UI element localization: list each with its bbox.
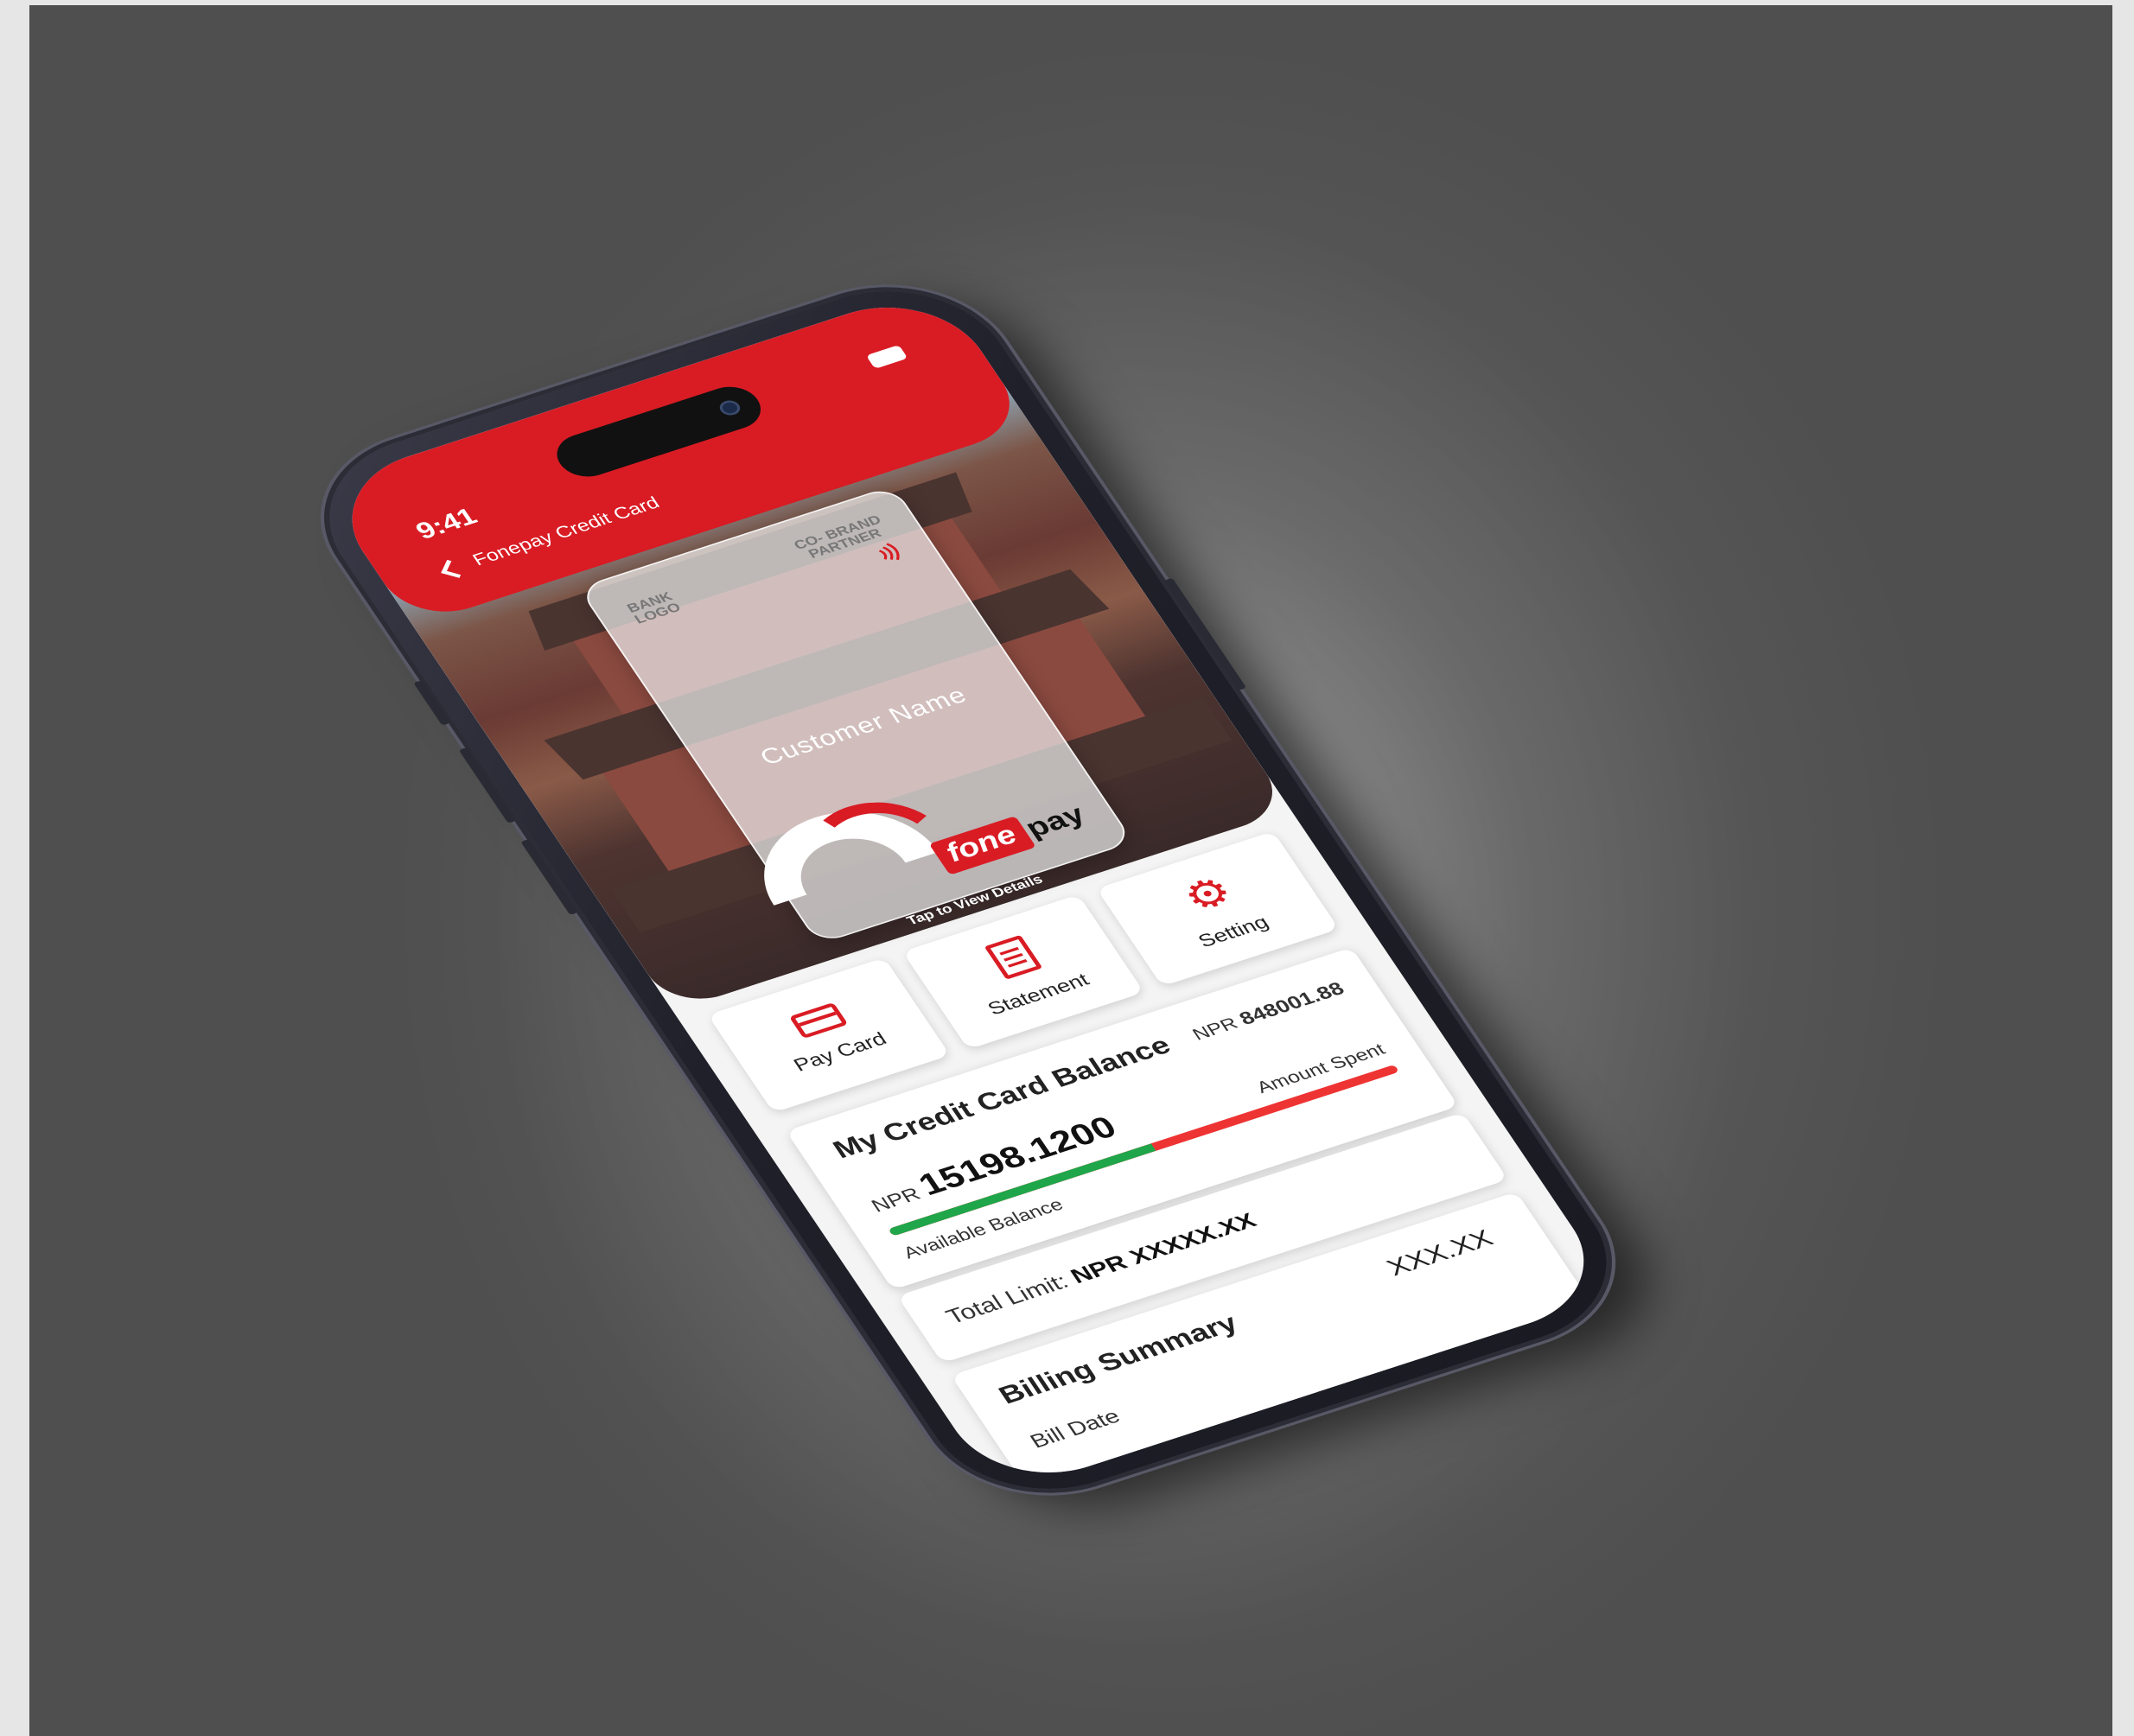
bill-date-label: Bill Date	[1025, 1405, 1124, 1453]
customer-name: Customer Name	[755, 682, 972, 770]
gears-icon: ⚙	[1174, 867, 1241, 919]
contactless-icon	[878, 543, 900, 561]
camera-icon	[716, 397, 744, 418]
bank-logo: BANK LOGO	[624, 588, 684, 626]
battery-icon	[865, 345, 908, 369]
document-icon	[984, 934, 1043, 980]
total-amount: NPR 848001.88	[1188, 977, 1348, 1045]
credit-card-icon	[788, 1002, 849, 1039]
chevron-left-icon	[441, 559, 466, 578]
billing-amount: XXX.XX	[1381, 1224, 1499, 1281]
status-time: 9:41	[411, 503, 482, 545]
